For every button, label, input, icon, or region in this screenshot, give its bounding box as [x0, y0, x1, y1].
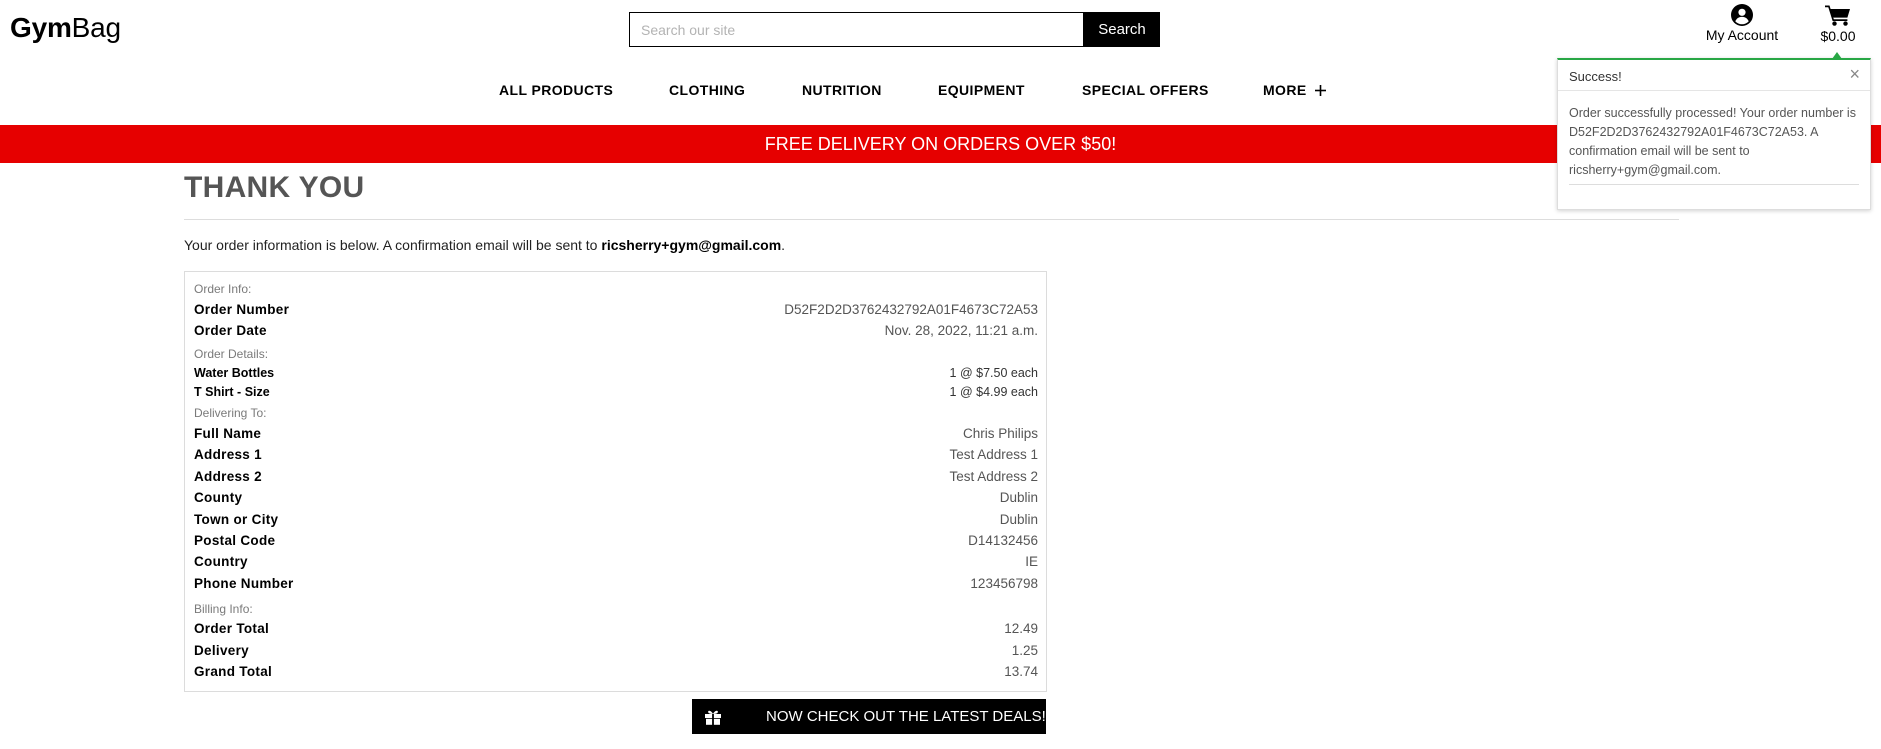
address1-value: Test Address 1 — [949, 447, 1038, 462]
grand-total-row: Grand Total 13.74 — [194, 664, 1038, 679]
latest-deals-button[interactable]: NOW CHECK OUT THE LATEST DEALS! — [692, 699, 1046, 734]
order-number-value: D52F2D2D3762432792A01F4673C72A53 — [784, 302, 1038, 317]
my-account-link[interactable]: My Account — [1699, 4, 1785, 43]
latest-deals-label: NOW CHECK OUT THE LATEST DEALS! — [766, 708, 1046, 725]
delivery-value: 1.25 — [1011, 643, 1038, 658]
nav-clothing[interactable]: CLOTHING — [669, 82, 745, 98]
title-divider — [184, 219, 1679, 220]
country-value: IE — [1025, 554, 1038, 569]
address1-row: Address 1 Test Address 1 — [194, 447, 1038, 462]
toast-title: Success! — [1569, 69, 1622, 84]
item-name: Water Bottles — [194, 366, 275, 380]
full-name-label: Full Name — [194, 426, 262, 441]
town-value: Dublin — [999, 512, 1038, 527]
nav-all-products[interactable]: ALL PRODUCTS — [499, 82, 613, 98]
toast-divider — [1558, 90, 1870, 91]
postal-code-label: Postal Code — [194, 533, 276, 548]
address2-label: Address 2 — [194, 469, 262, 484]
toast-message: Order successfully processed! Your order… — [1569, 106, 1856, 177]
address2-row: Address 2 Test Address 2 — [194, 469, 1038, 484]
phone-value: 123456798 — [970, 576, 1038, 591]
town-label: Town or City — [194, 512, 279, 527]
order-details-heading: Order Details: — [194, 347, 269, 361]
item-name: T Shirt - Size — [194, 385, 270, 399]
order-item-row: Water Bottles 1 @ $7.50 each — [194, 366, 1038, 380]
county-value: Dublin — [999, 490, 1038, 505]
search-form: Search — [629, 12, 1160, 47]
my-account-label: My Account — [1705, 27, 1779, 43]
postal-code-value: D14132456 — [968, 533, 1038, 548]
order-date-label: Order Date — [194, 323, 267, 338]
phone-row: Phone Number 123456798 — [194, 576, 1038, 591]
item-qty-price: 1 @ $7.50 each — [949, 366, 1038, 380]
postal-code-row: Postal Code D14132456 — [194, 533, 1038, 548]
billing-info-heading: Billing Info: — [194, 602, 253, 616]
search-input[interactable] — [629, 12, 1084, 47]
order-date-row: Order Date Nov. 28, 2022, 11:21 a.m. — [194, 323, 1038, 338]
county-row: County Dublin — [194, 490, 1038, 505]
cart-link[interactable]: $0.00 — [1812, 4, 1864, 44]
grand-total-label: Grand Total — [194, 664, 273, 679]
plus-icon — [1314, 85, 1326, 96]
town-row: Town or City Dublin — [194, 512, 1038, 527]
close-icon[interactable]: × — [1849, 64, 1860, 85]
search-button[interactable]: Search — [1084, 12, 1160, 47]
delivery-row: Delivery 1.25 — [194, 643, 1038, 658]
nav-nutrition[interactable]: NUTRITION — [802, 82, 882, 98]
order-intro: Your order information is below. A confi… — [184, 237, 785, 253]
country-label: Country — [194, 554, 248, 569]
nav-equipment[interactable]: EQUIPMENT — [938, 82, 1025, 98]
cart-total: $0.00 — [1820, 28, 1856, 44]
nav-more-label: MORE — [1263, 82, 1307, 98]
county-label: County — [194, 490, 243, 505]
site-logo[interactable]: GymBag — [10, 12, 121, 44]
order-total-row: Order Total 12.49 — [194, 621, 1038, 636]
toast-caret — [1832, 52, 1842, 59]
order-date-value: Nov. 28, 2022, 11:21 a.m. — [884, 323, 1038, 338]
nav-special-offers[interactable]: SPECIAL OFFERS — [1082, 82, 1209, 98]
grand-total-value: 13.74 — [1004, 664, 1038, 679]
address2-value: Test Address 2 — [949, 469, 1038, 484]
item-qty-price: 1 @ $4.99 each — [949, 385, 1038, 399]
logo-bold: Gym — [10, 12, 72, 43]
toast-divider — [1569, 184, 1859, 185]
country-row: Country IE — [194, 554, 1038, 569]
delivery-label: Delivery — [194, 643, 249, 658]
order-number-row: Order Number D52F2D2D3762432792A01F4673C… — [194, 302, 1038, 317]
page-title: THANK YOU — [184, 171, 365, 204]
order-total-label: Order Total — [194, 621, 270, 636]
confirmation-email: ricsherry+gym@gmail.com — [601, 237, 782, 253]
order-info-heading: Order Info: — [194, 282, 252, 296]
order-summary: Order Info: Order Number D52F2D2D3762432… — [184, 271, 1047, 692]
delivering-to-heading: Delivering To: — [194, 406, 267, 420]
order-total-value: 12.49 — [1004, 621, 1038, 636]
user-circle-icon — [1731, 4, 1753, 26]
full-name-row: Full Name Chris Philips — [194, 426, 1038, 441]
phone-label: Phone Number — [194, 576, 294, 591]
nav-more[interactable]: MORE — [1263, 82, 1326, 98]
gift-icon — [705, 710, 721, 725]
address1-label: Address 1 — [194, 447, 262, 462]
order-item-row: T Shirt - Size 1 @ $4.99 each — [194, 385, 1038, 399]
success-toast: Success! × Order successfully processed!… — [1557, 52, 1871, 210]
shopping-cart-icon — [1825, 5, 1850, 26]
logo-regular: Bag — [71, 12, 121, 43]
full-name-value: Chris Philips — [962, 426, 1038, 441]
intro-text: Your order information is below. A confi… — [184, 237, 602, 253]
intro-suffix: . — [781, 237, 786, 253]
order-number-label: Order Number — [194, 302, 290, 317]
